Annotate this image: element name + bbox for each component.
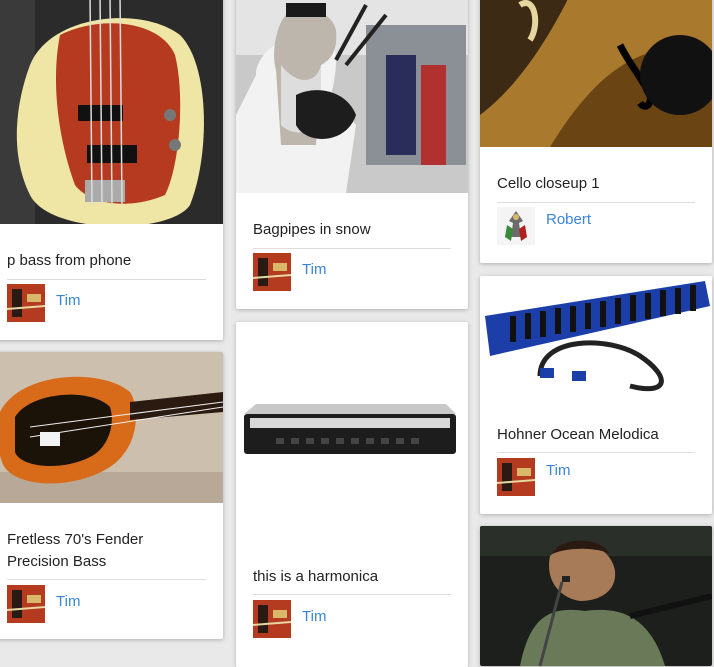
author-avatar[interactable] bbox=[497, 458, 535, 496]
author-avatar[interactable] bbox=[253, 253, 291, 291]
pin-image[interactable] bbox=[480, 0, 712, 147]
pin-image[interactable] bbox=[0, 352, 223, 503]
divider bbox=[253, 248, 451, 249]
divider bbox=[7, 579, 206, 580]
author-link[interactable]: Tim bbox=[302, 608, 326, 625]
pin-title[interactable]: Bagpipes in snow bbox=[253, 219, 451, 241]
pin-card[interactable]: Hohner Ocean Melodica Tim bbox=[480, 276, 712, 514]
author-avatar[interactable] bbox=[7, 284, 45, 322]
pin-title[interactable]: this is a harmonica bbox=[253, 566, 451, 588]
pin-title[interactable]: p bass from phone bbox=[7, 250, 206, 272]
author-avatar[interactable] bbox=[497, 207, 535, 245]
author-link[interactable]: Tim bbox=[56, 593, 80, 610]
pin-image[interactable] bbox=[236, 322, 468, 552]
author-link[interactable]: Tim bbox=[56, 292, 80, 309]
pin-image[interactable] bbox=[480, 526, 712, 666]
pin-title[interactable]: Hohner Ocean Melodica bbox=[497, 424, 695, 446]
divider bbox=[253, 594, 451, 595]
divider bbox=[497, 452, 695, 453]
divider bbox=[497, 202, 695, 203]
author-link[interactable]: Tim bbox=[302, 261, 326, 278]
author-avatar[interactable] bbox=[7, 585, 45, 623]
pin-card[interactable]: Cello closeup 1 Robert bbox=[480, 0, 712, 263]
pin-card[interactable]: Fretless 70's Fender Precision Bass Tim bbox=[0, 352, 223, 639]
author-avatar[interactable] bbox=[253, 600, 291, 638]
pin-card[interactable] bbox=[480, 526, 712, 666]
pin-image[interactable] bbox=[0, 0, 223, 224]
pin-card[interactable]: p bass from phone Tim bbox=[0, 0, 223, 340]
pin-title[interactable]: Cello closeup 1 bbox=[497, 173, 695, 195]
pin-card[interactable]: this is a harmonica Tim bbox=[236, 322, 468, 667]
divider bbox=[7, 279, 206, 280]
pin-image[interactable] bbox=[480, 276, 712, 402]
author-link[interactable]: Tim bbox=[546, 462, 570, 479]
author-link[interactable]: Robert bbox=[546, 211, 591, 228]
pin-title[interactable]: Fretless 70's Fender Precision Bass bbox=[7, 529, 206, 573]
pin-image[interactable] bbox=[236, 0, 468, 193]
pin-card[interactable]: Bagpipes in snow Tim bbox=[236, 0, 468, 309]
